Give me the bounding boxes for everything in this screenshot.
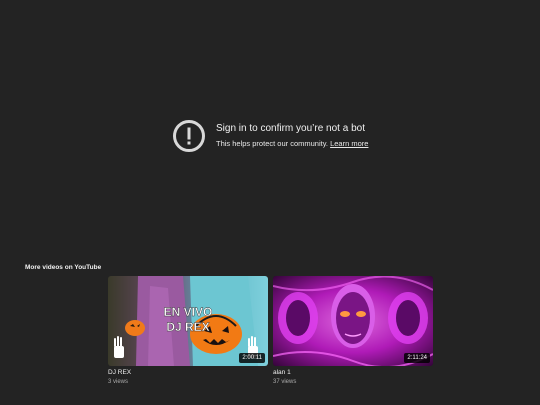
video-title[interactable]: alan 1 xyxy=(273,369,433,377)
video-views: 3 views xyxy=(108,379,129,385)
video-thumbnail[interactable]: 2:11:24 xyxy=(273,276,433,366)
video-title[interactable]: DJ REX xyxy=(108,369,268,377)
page: Sign in to confirm you’re not a bot This… xyxy=(0,0,540,405)
video-views: 37 views xyxy=(273,379,297,385)
learn-more-link[interactable]: Learn more xyxy=(330,139,368,148)
duration-badge: 2:11:24 xyxy=(404,353,430,363)
thumbnail-text-line1: EN VIVO xyxy=(164,305,213,319)
video-card-alan-1[interactable]: 2:11:24 alan 1 37 views xyxy=(273,276,433,386)
bot-check-notice: Sign in to confirm you’re not a bot This… xyxy=(172,119,368,153)
notice-title: Sign in to confirm you’re not a bot xyxy=(216,123,365,134)
notice-subtitle-text: This helps protect our community. xyxy=(216,139,328,148)
more-videos-heading: More videos on YouTube xyxy=(25,264,102,271)
video-card-dj-rex[interactable]: EN VIVO DJ REX 2:00:11 DJ REX 3 views xyxy=(108,276,268,386)
alert-circle-icon xyxy=(172,119,206,153)
video-thumbnail[interactable]: EN VIVO DJ REX 2:00:11 xyxy=(108,276,268,366)
duration-badge: 2:00:11 xyxy=(239,353,265,363)
thumbnail-text-line2: DJ REX xyxy=(166,320,209,334)
notice-subtitle: This helps protect our community. Learn … xyxy=(216,139,368,149)
notice-text: Sign in to confirm you’re not a bot This… xyxy=(216,123,368,149)
